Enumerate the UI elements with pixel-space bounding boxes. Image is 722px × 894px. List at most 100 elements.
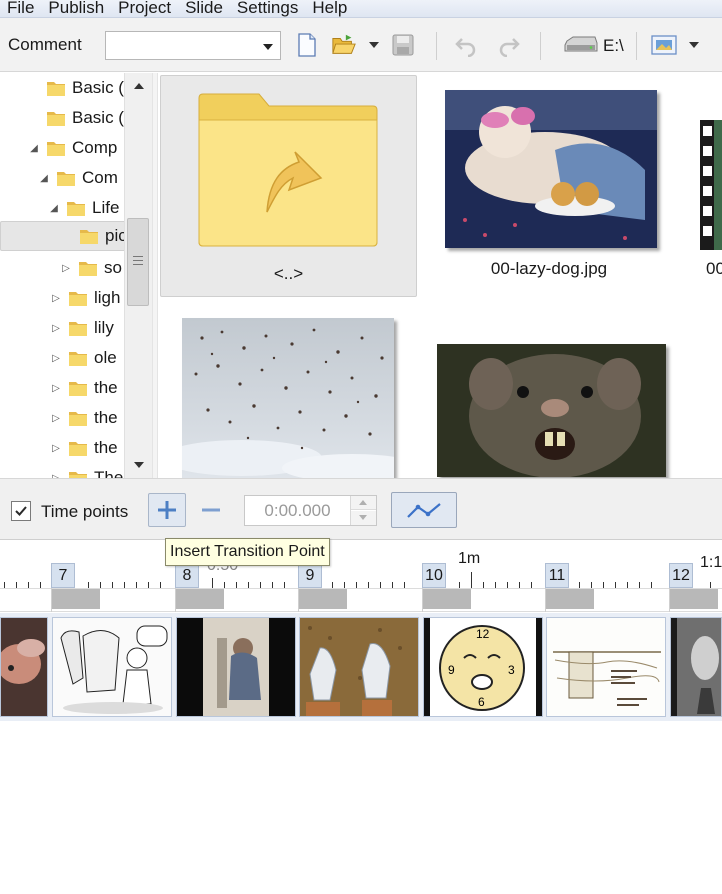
slide-thumbnail[interactable] (52, 617, 172, 717)
slide-thumbnail[interactable] (670, 617, 722, 717)
tree-expander[interactable]: ▷ (50, 322, 62, 334)
slide-thumbnail[interactable]: 12 3 6 9 (423, 617, 543, 717)
comment-label: Comment (8, 35, 82, 54)
new-document-button[interactable] (294, 32, 320, 58)
drive-button[interactable] (562, 32, 600, 58)
slide-image (671, 618, 721, 716)
menu-settings[interactable]: Settings (230, 0, 305, 17)
tree-item-label: the (94, 378, 118, 397)
tree-item[interactable]: ▷ lily (50, 313, 114, 343)
tree-expander[interactable]: ▷ (60, 262, 72, 274)
menu-help[interactable]: Help (305, 0, 354, 17)
scroll-down-icon[interactable] (134, 462, 144, 468)
tree-scrollbar[interactable] (124, 73, 152, 478)
slide-number-badge[interactable]: 9 (298, 563, 322, 588)
folder-icon (69, 382, 87, 396)
tree-item[interactable]: Basic ( (28, 73, 124, 103)
time-input[interactable] (245, 496, 350, 525)
thumbnail-up-folder[interactable]: <..> (160, 75, 417, 297)
time-spinner[interactable] (350, 496, 376, 525)
slide-number-badge[interactable]: 8 (175, 563, 199, 588)
slide-number-badge[interactable]: 12 (669, 563, 693, 588)
folder-up-icon (198, 93, 378, 247)
insert-transition-point-button[interactable] (148, 493, 186, 527)
open-folder-button[interactable] (331, 32, 357, 58)
tree-expander[interactable] (28, 112, 40, 124)
slide-number-badge[interactable]: 11 (545, 563, 569, 588)
tree-expander[interactable]: ◢ (28, 142, 40, 154)
view-dropdown[interactable] (689, 42, 699, 48)
spin-down-icon[interactable] (351, 511, 376, 525)
tree-item[interactable]: ◢ Comp (28, 133, 117, 163)
menu-file[interactable]: File (0, 0, 41, 17)
tree-expander[interactable]: ◢ (38, 172, 50, 184)
menu-project[interactable]: Project (111, 0, 178, 17)
tree-item[interactable]: ▷ the (50, 403, 118, 433)
tree-item[interactable]: Basic ( (28, 103, 124, 133)
menu-slide[interactable]: Slide (178, 0, 230, 17)
tree-expander[interactable]: ▷ (50, 382, 62, 394)
tree-expander[interactable]: ▷ (50, 442, 62, 454)
undo-icon (455, 38, 476, 57)
scroll-up-icon[interactable] (134, 83, 144, 89)
tree-expander[interactable]: ▷ (50, 352, 62, 364)
tree-item-label: the (94, 408, 118, 427)
thumbnail-lazy-dog[interactable]: 00-lazy-dog.jpg (438, 87, 660, 287)
slide-number-badge[interactable]: 7 (51, 563, 75, 588)
redo-button[interactable] (496, 32, 522, 58)
tree-expander[interactable] (61, 230, 73, 242)
curve-editor-button[interactable] (391, 492, 457, 528)
remove-transition-point-button[interactable] (196, 493, 226, 527)
tree-expander[interactable]: ▷ (50, 412, 62, 424)
transition-block[interactable] (546, 589, 594, 609)
tree-expander[interactable]: ◢ (48, 202, 60, 214)
time-points-checkbox[interactable] (11, 501, 31, 521)
open-recent-dropdown[interactable] (369, 42, 379, 48)
tree-item[interactable]: ▷ the (50, 433, 118, 463)
tree-expander[interactable] (28, 82, 40, 94)
spin-up-icon[interactable] (351, 496, 376, 510)
image-view-button[interactable] (651, 32, 677, 58)
tree-item[interactable]: ▷ ligh (50, 283, 120, 313)
transition-block[interactable] (176, 589, 224, 609)
thumbnail-rat[interactable] (437, 344, 667, 478)
slide-image (1, 618, 47, 716)
tree-item[interactable]: ▷ The (50, 463, 123, 478)
tree-item[interactable]: ◢ Life (48, 193, 119, 223)
menu-publish[interactable]: Publish (41, 0, 111, 17)
drive-label[interactable]: E:\ (603, 36, 624, 56)
slide-number-badge[interactable]: 10 (422, 563, 446, 588)
save-button[interactable] (390, 32, 416, 58)
undo-button[interactable] (453, 32, 479, 58)
tree-item[interactable]: ▷ ole (50, 343, 117, 373)
transition-block[interactable] (423, 589, 471, 609)
tree-item-selected[interactable]: pic (0, 221, 140, 251)
slide-image: 12 3 6 9 (424, 618, 542, 716)
slide-thumbnail[interactable] (0, 617, 48, 717)
thumbnail-birds[interactable] (180, 317, 394, 478)
chevron-down-icon[interactable] (263, 44, 273, 50)
transition-block[interactable] (52, 589, 100, 609)
slide-thumbnail[interactable] (546, 617, 666, 717)
tree-item[interactable]: ▷ so (60, 253, 122, 283)
tree-item-label: the (94, 438, 118, 457)
folder-icon (47, 82, 65, 96)
thumbnail-grid: <..> 00-lazy-dog.jpg 00 (158, 73, 722, 478)
slide-thumbnail[interactable] (176, 617, 296, 717)
time-spinbox[interactable] (244, 495, 377, 526)
slide-image (177, 618, 295, 716)
scrollbar-thumb[interactable] (127, 218, 149, 306)
transition-block[interactable] (670, 589, 718, 609)
toolbar-separator (436, 32, 437, 60)
transition-block[interactable] (299, 589, 347, 609)
slide-thumbnail[interactable] (299, 617, 419, 717)
svg-text:9: 9 (448, 663, 455, 677)
folder-icon (80, 230, 98, 244)
tree-item[interactable]: ▷ the (50, 373, 118, 403)
ruler-label: 1m (458, 550, 481, 567)
comment-combobox[interactable] (105, 31, 281, 60)
minus-icon (202, 508, 220, 512)
thumbnail-film[interactable]: 00 (698, 87, 722, 287)
tree-item[interactable]: ◢ Com (38, 163, 118, 193)
tree-expander[interactable]: ▷ (50, 292, 62, 304)
